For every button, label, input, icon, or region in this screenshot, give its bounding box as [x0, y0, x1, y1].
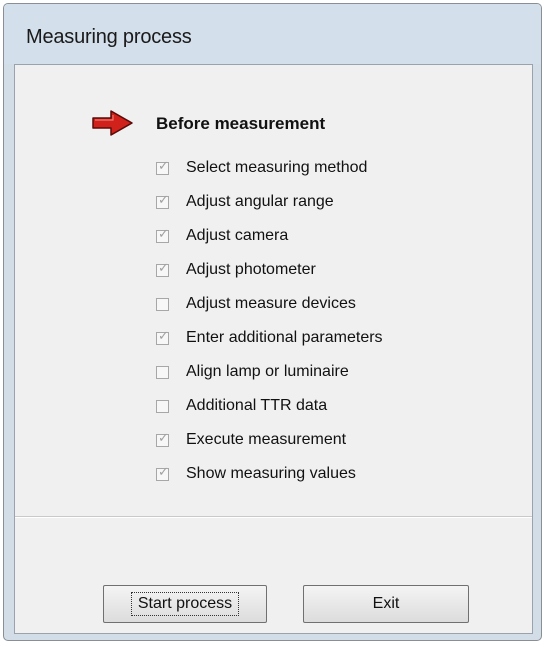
checkmark-icon: ✓: [158, 430, 169, 446]
step-item: ✓ Select measuring method: [156, 151, 383, 185]
step-checkbox[interactable]: [156, 365, 169, 379]
separator-line: [15, 516, 532, 518]
step-item: ✓ Adjust angular range: [156, 185, 383, 219]
step-label: Show measuring values: [186, 465, 356, 482]
checkmark-icon: ✓: [158, 328, 169, 344]
step-checklist: ✓ Select measuring method ✓ Adjust angular…: [156, 151, 383, 491]
checkmark-icon: ✓: [158, 158, 169, 174]
step-item: ✓ Adjust photometer: [156, 253, 383, 287]
step-item: ✓ Adjust camera: [156, 219, 383, 253]
step-item: ✓ Execute measurement: [156, 423, 383, 457]
checkmark-icon: ✓: [158, 464, 169, 480]
exit-button[interactable]: Exit: [303, 585, 469, 623]
step-label: Align lamp or luminaire: [186, 363, 349, 380]
step-label: Select measuring method: [186, 159, 368, 176]
step-label: Adjust angular range: [186, 193, 334, 210]
step-label: Enter additional parameters: [186, 329, 383, 346]
step-item: Adjust measure devices: [156, 287, 383, 321]
step-checkbox[interactable]: [156, 297, 169, 311]
step-checkbox[interactable]: ✓: [156, 430, 169, 447]
step-label: Execute measurement: [186, 431, 347, 448]
step-checkbox[interactable]: ✓: [156, 226, 169, 243]
stage-heading: Before measurement: [156, 114, 326, 133]
step-label: Adjust photometer: [186, 261, 316, 278]
step-checkbox[interactable]: ✓: [156, 328, 169, 345]
step-checkbox[interactable]: [156, 399, 169, 413]
start-process-button[interactable]: Start process: [103, 585, 267, 623]
step-item: Align lamp or luminaire: [156, 355, 383, 389]
step-label: Adjust camera: [186, 227, 289, 244]
title-bar[interactable]: Measuring process: [4, 4, 541, 64]
dialog-body: Before measurement ✓ Select measuring met…: [14, 64, 533, 634]
checkmark-icon: ✓: [158, 192, 169, 208]
start-process-label: Start process: [130, 592, 240, 616]
step-checkbox[interactable]: ✓: [156, 158, 169, 175]
window-title: Measuring process: [26, 26, 192, 48]
checkmark-icon: ✓: [158, 226, 169, 242]
step-item: ✓ Show measuring values: [156, 457, 383, 491]
measuring-process-window: Measuring process Before measurement ✓ Se…: [3, 3, 542, 641]
checkmark-icon: ✓: [158, 260, 169, 276]
step-item: Additional TTR data: [156, 389, 383, 423]
step-label: Adjust measure devices: [186, 295, 356, 312]
step-label: Additional TTR data: [186, 397, 328, 414]
red-arrow-right-icon: [92, 110, 133, 136]
step-item: ✓ Enter additional parameters: [156, 321, 383, 355]
step-checkbox[interactable]: ✓: [156, 260, 169, 277]
step-checkbox[interactable]: ✓: [156, 464, 169, 481]
step-checkbox[interactable]: ✓: [156, 192, 169, 209]
